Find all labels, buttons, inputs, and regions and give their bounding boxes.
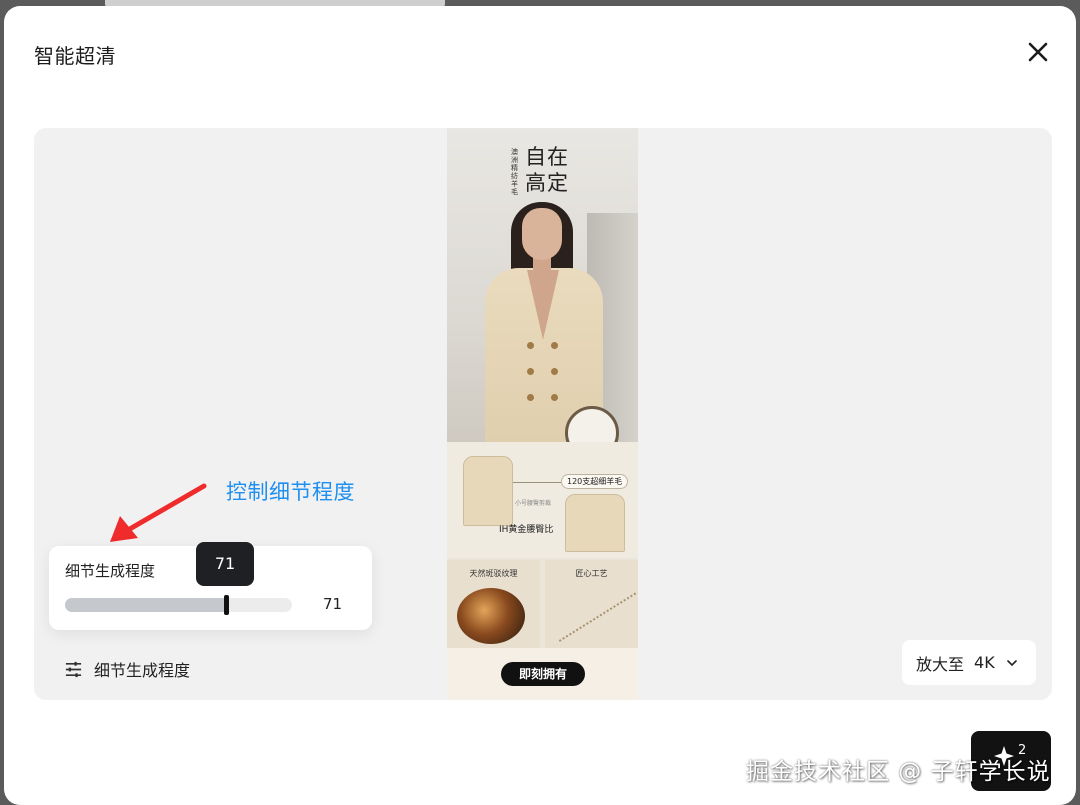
annotation-arrow-icon (110, 483, 207, 542)
poster-tile-craft: 匠心工艺 (545, 560, 638, 648)
poster-headline: 自在高定 (525, 145, 569, 195)
tile-label-craft: 匠心工艺 (575, 569, 608, 578)
sliders-icon (65, 661, 82, 677)
poster-tagline: 澳洲精纺羊毛 (511, 148, 518, 196)
poster-hero-photo: 澳洲精纺羊毛 自在高定 (447, 128, 638, 442)
detail-level-toggle[interactable]: 细节生成程度 (64, 656, 190, 682)
tile-label-texture: 天然斑驳纹理 (469, 569, 518, 578)
detail-sub-caption: 小号腰臀剪裁 (515, 500, 552, 507)
tortoise-button-image (457, 588, 525, 644)
modal-title: 智能超清 (34, 44, 116, 68)
detail-toggle-label: 细节生成程度 (94, 661, 191, 680)
blazer-sketch-side (565, 494, 625, 552)
detail-label-wool: 120支超细羊毛 (561, 474, 629, 489)
stitch-detail-image (558, 592, 638, 644)
poster-cta-label: 即刻拥有 (501, 662, 585, 686)
detail-label-ratio: IH黄金腰臀比 (499, 525, 554, 535)
slider-label: 细节生成程度 (65, 562, 156, 580)
annotation-label: 控制细节程度 (226, 480, 355, 504)
upscale-prefix: 放大至 (916, 654, 965, 674)
product-poster-image: 澳洲精纺羊毛 自在高定 120支超细羊毛 小号腰臀剪裁 IH黄金腰臀比 天然斑驳… (447, 128, 638, 700)
upscale-value: 4K (974, 653, 995, 672)
poster-tile-texture: 天然斑驳纹理 (447, 560, 540, 648)
detail-level-slider[interactable] (65, 595, 292, 615)
slider-value-tooltip: 71 (196, 542, 254, 586)
watermark: 掘金技术社区 @ 子轩学长说 (746, 759, 1051, 785)
upscale-resolution-select[interactable]: 放大至 4K (902, 640, 1036, 685)
upscale-modal: 智能超清 澳洲精纺羊毛 自在高定 120支超细羊毛 小号腰臀剪裁 IH黄金腰臀比… (4, 6, 1076, 805)
slider-value: 71 (323, 595, 343, 613)
chevron-down-icon (1006, 659, 1017, 666)
poster-detail-section: 120支超细羊毛 小号腰臀剪裁 IH黄金腰臀比 (447, 442, 638, 558)
close-icon (1028, 42, 1048, 62)
slider-thumb[interactable] (224, 595, 230, 615)
blazer-sketch-front (463, 456, 513, 526)
slider-fill (65, 598, 227, 612)
close-button[interactable] (1024, 38, 1052, 66)
